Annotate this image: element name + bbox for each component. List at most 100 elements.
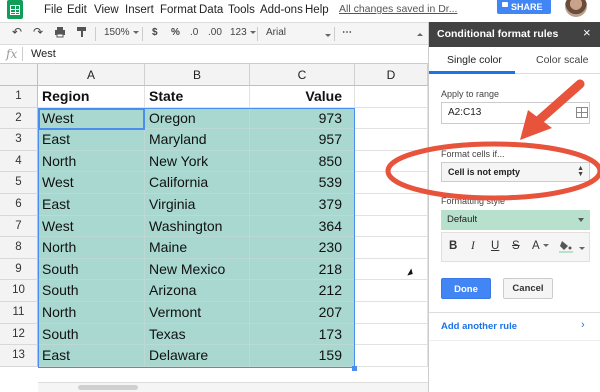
empty-cell[interactable]: [355, 86, 428, 108]
menu-data[interactable]: Data: [199, 4, 223, 16]
save-status-link[interactable]: All changes saved in Dr...: [339, 3, 457, 15]
tab-single-color[interactable]: Single color: [447, 54, 502, 66]
undo-icon[interactable]: ↶: [12, 25, 22, 39]
table-cell[interactable]: Maryland: [145, 129, 250, 151]
table-cell[interactable]: Arizona: [145, 280, 250, 302]
row-header[interactable]: 7: [0, 215, 38, 238]
horizontal-scrollbar[interactable]: [38, 382, 428, 392]
tab-color-scale[interactable]: Color scale: [536, 54, 589, 66]
menu-tools[interactable]: Tools: [228, 4, 255, 16]
table-cell[interactable]: 973: [250, 107, 355, 130]
menu-view[interactable]: View: [94, 4, 119, 16]
table-cell[interactable]: Virginia: [145, 194, 250, 216]
menu-help[interactable]: Help: [305, 4, 329, 16]
share-button[interactable]: SHARE: [497, 0, 551, 14]
cancel-button[interactable]: Cancel: [503, 278, 553, 299]
strikethrough-button[interactable]: S: [512, 240, 520, 252]
row-header[interactable]: 11: [0, 302, 38, 324]
header-cell[interactable]: Region: [38, 86, 145, 108]
table-cell[interactable]: 957: [250, 129, 355, 151]
condition-dropdown[interactable]: Cell is not empty ▲ ▼: [441, 162, 590, 182]
table-cell[interactable]: Oregon: [145, 107, 250, 130]
row-header[interactable]: 13: [0, 345, 38, 367]
empty-cell[interactable]: [355, 237, 428, 259]
table-cell[interactable]: New York: [145, 150, 250, 173]
table-cell[interactable]: 230: [250, 237, 355, 259]
row-header[interactable]: 3: [0, 129, 38, 151]
empty-cell[interactable]: [355, 150, 428, 173]
table-cell[interactable]: 539: [250, 172, 355, 194]
italic-button[interactable]: I: [471, 240, 475, 252]
column-header-d[interactable]: D: [355, 64, 428, 86]
empty-cell[interactable]: [355, 323, 428, 346]
table-cell[interactable]: Texas: [145, 323, 250, 346]
table-cell[interactable]: 212: [250, 280, 355, 302]
empty-cell[interactable]: [355, 107, 428, 130]
row-header[interactable]: 9: [0, 258, 38, 281]
avatar[interactable]: [565, 0, 587, 17]
bold-button[interactable]: B: [449, 240, 457, 252]
more-icon[interactable]: ⋯: [342, 27, 352, 38]
empty-cell[interactable]: [355, 194, 428, 216]
table-cell[interactable]: 379: [250, 194, 355, 216]
select-all-corner[interactable]: [0, 64, 38, 86]
table-cell[interactable]: North: [38, 237, 145, 259]
empty-cell[interactable]: [355, 215, 428, 238]
add-another-rule-link[interactable]: Add another rule: [441, 321, 517, 332]
print-icon[interactable]: [54, 26, 66, 41]
column-header-c[interactable]: C: [250, 64, 355, 86]
row-header[interactable]: 12: [0, 323, 38, 346]
formatting-style-dropdown[interactable]: Default: [441, 210, 590, 230]
row-header[interactable]: 10: [0, 280, 38, 302]
underline-button[interactable]: U: [491, 240, 499, 252]
currency-format-button[interactable]: $: [152, 27, 158, 38]
paint-format-icon[interactable]: [76, 26, 88, 41]
done-button[interactable]: Done: [441, 278, 491, 299]
close-icon[interactable]: ×: [583, 26, 591, 40]
menu-addons[interactable]: Add-ons: [260, 4, 303, 16]
table-cell[interactable]: South: [38, 323, 145, 346]
menu-file[interactable]: File: [44, 4, 63, 16]
increase-decimals-button[interactable]: .00: [208, 27, 222, 38]
zoom-select[interactable]: 150%: [104, 27, 139, 38]
header-cell[interactable]: State: [145, 86, 250, 108]
empty-cell[interactable]: [355, 258, 428, 281]
decrease-decimals-button[interactable]: .0: [190, 27, 198, 38]
grid-select-icon[interactable]: [576, 107, 588, 118]
table-cell[interactable]: West: [38, 107, 145, 130]
font-select-caret[interactable]: [322, 30, 331, 41]
menu-edit[interactable]: Edit: [67, 4, 87, 16]
row-header[interactable]: 4: [0, 150, 38, 173]
row-header[interactable]: 2: [0, 107, 38, 130]
table-cell[interactable]: Maine: [145, 237, 250, 259]
table-cell[interactable]: 364: [250, 215, 355, 238]
more-formats-select[interactable]: 123: [230, 27, 256, 38]
table-cell[interactable]: Delaware: [145, 345, 250, 367]
fill-handle[interactable]: [352, 366, 357, 371]
empty-cell[interactable]: [355, 172, 428, 194]
table-cell[interactable]: 159: [250, 345, 355, 367]
table-cell[interactable]: California: [145, 172, 250, 194]
empty-cell[interactable]: [355, 302, 428, 324]
empty-cell[interactable]: [355, 129, 428, 151]
column-header-b[interactable]: B: [145, 64, 250, 86]
table-cell[interactable]: 173: [250, 323, 355, 346]
toolbar-collapse-icon[interactable]: [414, 29, 423, 40]
table-cell[interactable]: 850: [250, 150, 355, 173]
table-cell[interactable]: South: [38, 280, 145, 302]
header-cell[interactable]: Value: [250, 86, 355, 108]
table-cell[interactable]: East: [38, 194, 145, 216]
column-header-a[interactable]: A: [38, 64, 145, 86]
sheets-logo-icon[interactable]: [7, 0, 23, 19]
table-cell[interactable]: East: [38, 345, 145, 367]
table-cell[interactable]: 207: [250, 302, 355, 324]
chevron-right-icon[interactable]: ›: [581, 319, 585, 331]
fill-color-caret[interactable]: [576, 243, 585, 255]
redo-icon[interactable]: ↷: [33, 25, 43, 39]
text-color-button[interactable]: A: [532, 240, 549, 252]
formula-input[interactable]: West: [31, 48, 56, 60]
table-cell[interactable]: New Mexico: [145, 258, 250, 281]
fill-color-button[interactable]: [559, 239, 573, 257]
table-cell[interactable]: North: [38, 302, 145, 324]
table-cell[interactable]: Vermont: [145, 302, 250, 324]
